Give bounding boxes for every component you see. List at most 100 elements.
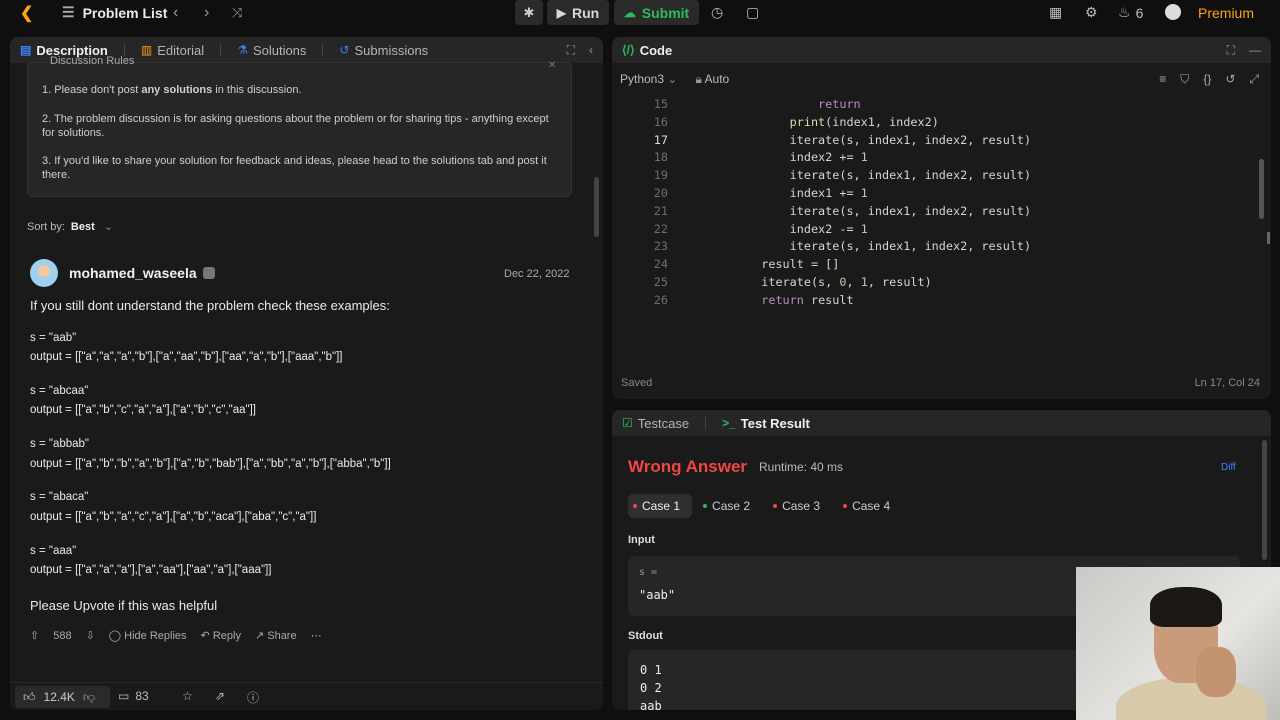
braces-icon[interactable]: {} <box>1203 72 1211 86</box>
gear-icon[interactable]: ⚙ <box>1085 0 1098 25</box>
share-icon[interactable]: ⇗ <box>215 689 225 703</box>
share-button[interactable]: ↗ Share <box>255 629 297 642</box>
code-token: (index1, index2) <box>825 114 939 129</box>
code-line[interactable]: 20 index1 += 1 <box>612 185 1257 203</box>
close-icon[interactable]: ✕ <box>548 60 556 71</box>
line-number: 24 <box>653 257 668 272</box>
layout-grid-icon[interactable]: ▦ <box>1049 0 1062 25</box>
line-number: 15 <box>653 97 668 111</box>
code-line[interactable]: 23 iterate(s, index1, index2, result) <box>612 238 1257 256</box>
code-token: index1 += <box>789 185 861 200</box>
code-line[interactable]: 18 index2 += 1 <box>612 149 1257 167</box>
case-tab[interactable]: Case 3 <box>768 494 832 518</box>
fullscreen-icon[interactable]: ⤢ <box>1249 72 1259 87</box>
downvote-icon[interactable]: ⇩ <box>86 629 95 642</box>
scrollbar[interactable] <box>1262 440 1267 560</box>
tab-testcase-label: Testcase <box>637 415 690 431</box>
hide-replies-button[interactable]: ◯ Hide Replies <box>109 629 187 642</box>
code-line[interactable]: 24 result = [] <box>612 256 1257 274</box>
stdout-line: 0 2 <box>640 681 662 695</box>
rule-text: 1. Please don't post <box>42 84 142 96</box>
avatar[interactable] <box>30 259 58 287</box>
code-line[interactable]: 25 iterate(s, 0, 1, result) <box>612 274 1257 292</box>
editor-tools: ≡ ⛉ {} ↺ ⤢ <box>1159 63 1259 95</box>
thumbs-down-icon[interactable]: 👎︎ <box>83 690 95 705</box>
case-tab[interactable]: Case 4 <box>838 494 902 518</box>
more-icon[interactable]: ⋯ <box>311 629 322 642</box>
prev-problem-icon[interactable]: ‹ <box>173 0 178 25</box>
code-line[interactable]: 26 return result <box>612 292 1257 310</box>
like-button[interactable]: 👍︎ 12.4K 👎︎ <box>15 686 110 708</box>
problem-list-link[interactable]: ☰ Problem List <box>62 0 167 25</box>
tab-test-result[interactable]: >_ Test Result <box>722 416 810 431</box>
auto-mode[interactable]: 🔒︎ Auto <box>695 72 729 87</box>
terminal-icon: >_ <box>722 416 736 430</box>
shuffle-icon[interactable]: ⤨ <box>232 0 242 25</box>
help-icon[interactable]: ⓘ <box>247 689 259 706</box>
post-username[interactable]: mohamed_waseela <box>69 265 197 281</box>
submit-button[interactable]: ☁ Submit <box>614 0 699 25</box>
tab-divider <box>705 417 707 429</box>
code-token: 1 <box>860 274 868 289</box>
post-date: Dec 22, 2022 <box>504 268 570 280</box>
code-line[interactable]: 19 iterate(s, index1, index2, result) <box>612 167 1257 185</box>
scrollbar[interactable] <box>594 177 599 237</box>
timer-icon[interactable]: ◷ <box>711 0 723 25</box>
code-text: iterate(s, 0, 1, result) <box>676 274 932 292</box>
run-button[interactable]: ▶ Run <box>547 0 609 25</box>
notes-icon[interactable]: ▢ <box>746 0 759 25</box>
language-value: Python3 <box>620 72 665 86</box>
webcam-overlay <box>1076 567 1280 720</box>
bottom-bar: 👍︎ 12.4K 👎︎ ▭ 83 ☆ ⇗ ⓘ <box>10 682 603 710</box>
code-text: return result <box>676 292 854 310</box>
tab-solutions[interactable]: ⚗ Solutions <box>237 43 306 58</box>
tab-submissions[interactable]: ↺ Submissions <box>339 43 428 58</box>
reply-button[interactable]: ↶ Reply <box>201 629 241 642</box>
streak-count: 6 <box>1135 4 1144 21</box>
diff-toggle[interactable]: Diff <box>1221 462 1236 473</box>
code-text: result = [] <box>676 256 839 274</box>
reset-icon[interactable]: ↺ <box>1225 72 1235 86</box>
minimize-icon[interactable]: — <box>1249 43 1261 57</box>
code-editor[interactable]: 15 return 16 print(index1, index2) 17 iter… <box>612 96 1257 310</box>
maximize-icon[interactable]: ⛶ <box>567 43 575 58</box>
tab-code[interactable]: ⟨/⟩ Code <box>622 43 672 58</box>
code-token: 1 <box>860 185 868 200</box>
collapse-icon[interactable]: ‹ <box>589 43 593 57</box>
code-token: , <box>846 274 861 289</box>
tab-testcase[interactable]: ☑ Testcase <box>622 416 689 431</box>
tab-editorial[interactable]: ▥ Editorial <box>141 43 204 58</box>
stdout-line: 0 1 <box>640 663 662 677</box>
case-tab[interactable]: Case 2 <box>698 494 762 518</box>
debug-button[interactable]: ✱ <box>515 0 543 25</box>
next-problem-icon[interactable]: › <box>204 0 209 25</box>
premium-link[interactable]: Premium <box>1198 0 1254 25</box>
code-line[interactable]: 16 print(index1, index2) <box>612 114 1257 132</box>
maximize-icon[interactable]: ⛶ <box>1227 43 1235 58</box>
upvote-icon[interactable]: ⇧ <box>30 629 39 642</box>
leetcode-logo-icon[interactable]: ❮ <box>20 0 33 25</box>
avatar[interactable] <box>1165 4 1181 20</box>
run-label: Run <box>572 4 600 21</box>
example-input: s = "abcaa" <box>30 385 89 397</box>
scrollbar[interactable] <box>1259 159 1264 219</box>
case-tab[interactable]: Case 1 <box>628 494 693 518</box>
bookmark-icon[interactable]: ⛉ <box>1180 72 1189 87</box>
code-line[interactable]: 21 iterate(s, index1, index2, result) <box>612 203 1257 221</box>
code-line[interactable]: 17 iterate(s, index1, index2, result) <box>612 132 1257 150</box>
code-line[interactable]: 15 return <box>612 96 1257 114</box>
rules-title: Discussion Rules <box>50 55 135 67</box>
language-select[interactable]: Python3 ⌄ <box>620 72 677 86</box>
format-icon[interactable]: ≡ <box>1159 72 1166 86</box>
code-line[interactable]: 22 index2 -= 1 <box>612 221 1257 239</box>
input-label: Input <box>628 534 655 546</box>
streak-counter[interactable]: ♨ 6 <box>1118 0 1143 25</box>
star-icon[interactable]: ☆ <box>182 689 193 703</box>
code-token: 1 <box>860 150 868 165</box>
code-text: index2 -= 1 <box>676 221 868 239</box>
sort-by-dropdown[interactable]: Sort by: Best ⌄ <box>27 220 113 233</box>
case-tabs: Case 1 Case 2 Case 3 Case 4 <box>628 494 902 518</box>
comments-button[interactable]: ▭ 83 <box>118 689 149 703</box>
example-output: output = [["a","a","a"],["a","aa"],["aa"… <box>30 564 272 576</box>
code-token: result <box>803 292 854 307</box>
